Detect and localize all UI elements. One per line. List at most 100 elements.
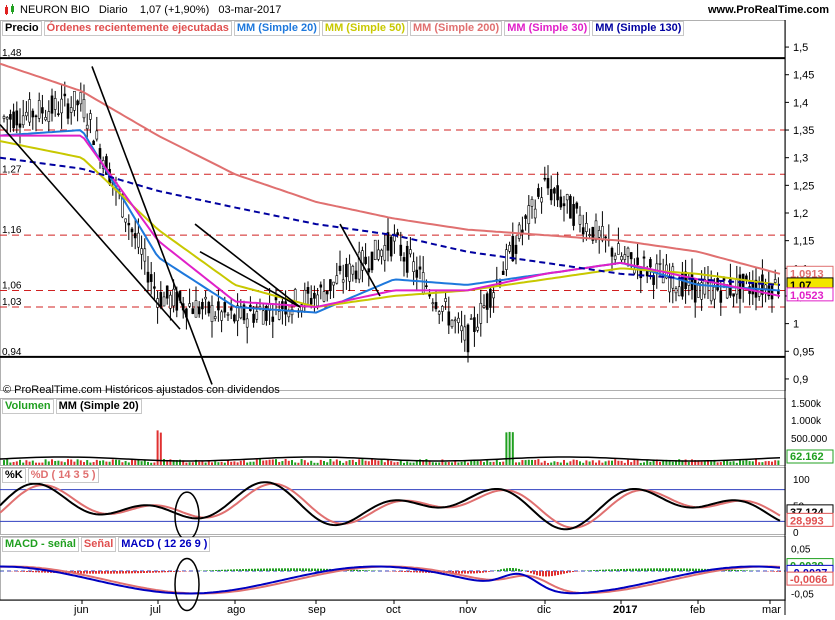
macd-histogram-bar	[638, 568, 640, 571]
volume-bar	[335, 459, 338, 465]
macd-histogram-bar	[476, 571, 478, 574]
macd-histogram-bar	[485, 571, 487, 573]
volume-bar	[25, 460, 28, 465]
price-bar-body	[207, 301, 211, 314]
price-bar-body	[319, 284, 323, 288]
price-bar-body	[505, 249, 508, 270]
price-bar-body	[361, 250, 364, 271]
price-legend-item[interactable]: MM (Simple 130)	[592, 21, 685, 36]
volume-bar	[460, 461, 463, 465]
macd-legend-item[interactable]: Señal	[80, 537, 117, 552]
macd-histogram-bar	[617, 569, 619, 571]
volume-bar	[310, 460, 313, 465]
price-legend-item[interactable]: MM (Simple 20)	[233, 21, 320, 36]
price-bar-body	[441, 306, 444, 312]
price-bar-body	[28, 99, 31, 123]
volume-bar	[617, 460, 620, 465]
volume-bar	[518, 462, 521, 465]
chart-canvas: 1,48 1,27 1,16 1,06 1,03 0,94 © ProRealTime.co…	[0, 20, 834, 616]
macd-histogram-bar	[44, 571, 46, 573]
macd-histogram-bar	[773, 571, 775, 572]
volume-bar	[751, 461, 754, 465]
price-bar-body	[162, 296, 166, 307]
volume-bar	[534, 459, 537, 465]
price-value-label: 1,0523	[790, 290, 824, 302]
price-bar-body	[50, 95, 54, 114]
volume-bar	[294, 462, 297, 465]
stochastic-legend-item[interactable]: %K	[2, 468, 26, 483]
price-bar-body	[466, 324, 470, 353]
macd-histogram-bar	[209, 570, 211, 571]
macd-legend-item[interactable]: MACD ( 12 26 9 )	[118, 537, 211, 552]
volume-bar	[639, 462, 642, 465]
price-tick-label: 0,9	[793, 374, 808, 386]
price-bar-body	[351, 265, 355, 275]
macd-histogram-bar	[518, 568, 520, 571]
price-legend-item[interactable]: MM (Simple 200)	[410, 21, 503, 36]
volume-bar	[313, 462, 316, 465]
volume-bar	[431, 462, 434, 465]
price-bar-body	[124, 218, 127, 223]
volume-bar	[435, 462, 437, 465]
volume-bar	[191, 462, 194, 465]
volume-bar	[223, 462, 226, 465]
price-bar-body	[229, 307, 233, 311]
macd-histogram-bar	[737, 570, 739, 571]
macd-histogram-bar	[500, 569, 502, 571]
price-tick-label: 1,2	[793, 208, 808, 220]
price-legend-item[interactable]: MM (Simple 50)	[321, 21, 408, 36]
volume-bar	[771, 461, 773, 465]
macd-histogram-bar	[665, 568, 667, 571]
price-bar-body	[396, 232, 399, 235]
ma20-line	[0, 129, 781, 314]
macd-histogram-bar	[212, 570, 214, 571]
volume-bar	[12, 461, 15, 465]
price-bar-body	[412, 261, 415, 272]
volume-bar	[287, 460, 290, 465]
macd-histogram-bar	[218, 569, 220, 571]
price-legend-item[interactable]: Órdenes recientemente ejecutadas	[43, 21, 232, 36]
volume-bar	[643, 462, 645, 465]
macd-histogram-bar	[413, 571, 415, 573]
volume-bar	[611, 460, 613, 465]
macd-tick-label: -0,05	[791, 590, 814, 601]
volume-legend-item[interactable]: Volumen	[2, 399, 54, 414]
volume-bar	[124, 461, 127, 465]
price-bar-body	[569, 195, 572, 219]
stochastic-legend-item[interactable]: %D ( 14 3 5 )	[27, 468, 99, 483]
macd-histogram-bar	[227, 569, 229, 571]
macd-histogram-bar	[308, 568, 310, 571]
price-bar-body	[245, 318, 249, 328]
macd-histogram-bar	[776, 571, 778, 572]
price-legend-item[interactable]: MM (Simple 30)	[504, 21, 591, 36]
macd-histogram-bar	[401, 571, 403, 572]
volume-bar	[83, 462, 85, 465]
price-bar-body	[533, 208, 537, 219]
price-legend-item[interactable]: Precio	[2, 21, 42, 36]
macd-histogram-bar	[461, 571, 463, 574]
macd-legend-item[interactable]: MACD - señal	[2, 537, 79, 552]
volume-bar	[537, 459, 540, 465]
macd-histogram-bar	[674, 568, 676, 571]
volume-bar	[671, 461, 674, 465]
volume-legend-item[interactable]: MM (Simple 20)	[55, 399, 142, 414]
price-bar-body	[620, 256, 623, 261]
price-bar-body	[309, 297, 313, 305]
volume-bar	[502, 461, 505, 465]
price-bar-body	[629, 252, 633, 260]
macd-histogram-bar	[533, 571, 535, 575]
volume-bar	[345, 461, 348, 465]
volume-bar	[614, 459, 617, 465]
axes-layer: 1,51,451,41,351,31,251,21,151,11,0510,95…	[0, 20, 834, 616]
macd-histogram-bar	[230, 569, 232, 571]
price-bar-body	[21, 115, 25, 126]
macd-histogram-bar	[635, 568, 637, 571]
stochastic-value-label: 28,993	[790, 515, 824, 527]
volume-bar	[329, 459, 332, 465]
price-bar-body	[197, 306, 201, 315]
macd-histogram-bar	[269, 568, 271, 571]
macd-histogram-bar	[155, 571, 157, 573]
price-bar-body	[370, 251, 374, 271]
x-tick-label: ago	[227, 604, 245, 616]
volume-bar	[307, 462, 309, 465]
